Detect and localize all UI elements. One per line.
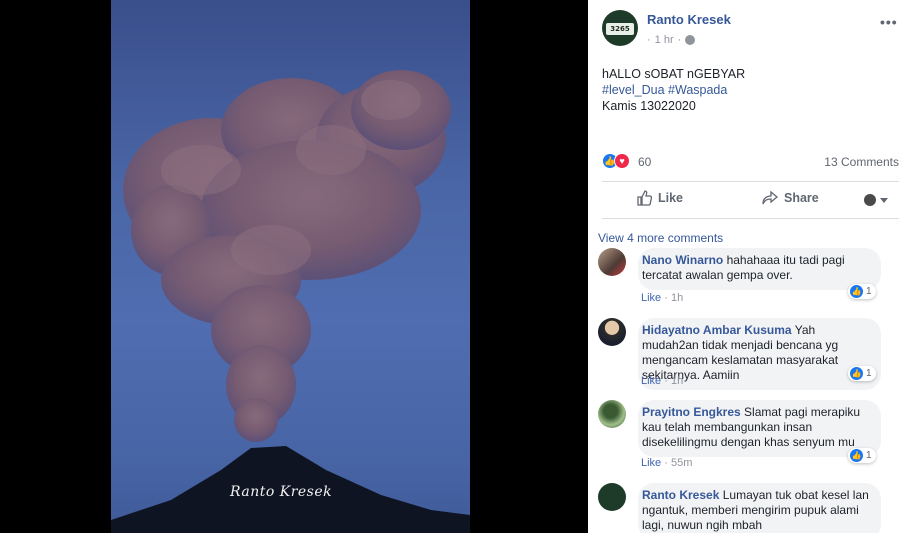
like-thumb-icon	[637, 190, 652, 206]
volcano-eruption-image	[111, 70, 470, 533]
commenter-name[interactable]: Nano Winarno	[642, 253, 723, 267]
reactions-summary[interactable]: 👍 ♥ 60 13 Comments	[602, 153, 899, 171]
comment-reactions[interactable]: 👍 1	[848, 448, 876, 463]
commenter-avatar[interactable]	[598, 318, 626, 346]
like-reaction-icon: 👍	[850, 449, 863, 462]
comment-bubble: Nano Winarno hahahaaa itu tadi pagi terc…	[638, 248, 881, 290]
like-button[interactable]: Like	[636, 190, 683, 206]
comment-like-link[interactable]: Like	[641, 375, 661, 387]
post-hashtags: #level_Dua #Waspada	[602, 82, 902, 98]
post-actions: Like Share	[602, 184, 899, 216]
comment-reaction-count: 1	[866, 368, 872, 379]
commenter-name[interactable]: Ranto Kresek	[642, 488, 719, 502]
post-photo[interactable]: Ranto Kresek	[111, 0, 470, 533]
more-options-icon[interactable]: •••	[880, 14, 898, 30]
comment-reactions[interactable]: 👍 1	[848, 366, 876, 381]
divider	[602, 181, 899, 182]
meta-separator: ·	[664, 457, 671, 469]
comments-count[interactable]: 13 Comments	[824, 155, 899, 169]
author-avatar[interactable]: 3265	[602, 10, 638, 46]
post-side-panel: 3265 Ranto Kresek · 1 hr · ••• hALLO sOB…	[588, 0, 910, 533]
post-text-line: Kamis 13022020	[602, 99, 696, 113]
comment-as-selector[interactable]	[864, 194, 888, 206]
like-reaction-icon: 👍	[850, 285, 863, 298]
comment-like-link[interactable]: Like	[641, 292, 661, 304]
comment-like-link[interactable]: Like	[641, 457, 661, 469]
love-heart-icon: ♥	[614, 153, 630, 169]
like-reaction-icon: 👍	[850, 367, 863, 380]
share-button[interactable]: Share	[762, 190, 819, 206]
hashtag-level-dua[interactable]: #level_Dua	[602, 83, 665, 97]
post-time[interactable]: 1 hr	[655, 34, 674, 46]
commenter-name[interactable]: Prayitno Engkres	[642, 405, 741, 419]
divider	[602, 218, 899, 219]
comment-time[interactable]: 55m	[671, 457, 692, 469]
comment-reactions[interactable]: 👍 1	[848, 284, 876, 299]
post-text-line: hALLO sOBAT nGEBYAR	[602, 67, 746, 81]
meta-separator: ·	[647, 34, 651, 46]
comment-meta: Like · 1h	[641, 292, 683, 304]
comment-reaction-count: 1	[866, 286, 872, 297]
comment-time[interactable]: 1h	[671, 375, 683, 387]
commenter-avatar[interactable]	[598, 483, 626, 511]
comment-reaction-count: 1	[866, 450, 872, 461]
photo-watermark: Ranto Kresek	[230, 484, 333, 500]
viewer-avatar	[864, 194, 876, 206]
commenter-name[interactable]: Hidayatno Ambar Kusuma	[642, 323, 792, 337]
caret-down-icon	[880, 197, 888, 203]
photo-viewer: Ranto Kresek 3265 Ranto Kresek · 1 hr · …	[0, 0, 910, 533]
comment-meta: Like · 1h	[641, 375, 683, 387]
share-arrow-icon	[762, 190, 778, 205]
commenter-avatar[interactable]	[598, 400, 626, 428]
view-more-comments-link[interactable]: View 4 more comments	[598, 231, 723, 245]
meta-separator: ·	[664, 375, 671, 387]
hashtag-waspada[interactable]: #Waspada	[668, 83, 727, 97]
comment-bubble: Prayitno Engkres Slamat pagi merapiku ka…	[638, 400, 881, 457]
globe-icon[interactable]	[685, 35, 696, 45]
post-header: 3265 Ranto Kresek · 1 hr · •••	[602, 10, 902, 50]
avatar-plate-text: 3265	[606, 23, 634, 35]
comment-time[interactable]: 1h	[671, 292, 683, 304]
post-meta: · 1 hr ·	[647, 34, 696, 46]
reaction-count[interactable]: 60	[638, 155, 651, 169]
comment-meta: Like · 55m	[641, 457, 692, 469]
meta-separator: ·	[664, 292, 671, 304]
meta-separator: ·	[677, 34, 682, 46]
author-name[interactable]: Ranto Kresek	[647, 12, 731, 27]
like-button-label: Like	[658, 191, 684, 205]
share-button-label: Share	[784, 191, 819, 205]
commenter-avatar[interactable]	[598, 248, 626, 276]
post-text: hALLO sOBAT nGEBYAR #level_Dua #Waspada …	[602, 66, 902, 114]
comment-bubble: Ranto Kresek Lumayan tuk obat kesel lan …	[638, 483, 881, 533]
